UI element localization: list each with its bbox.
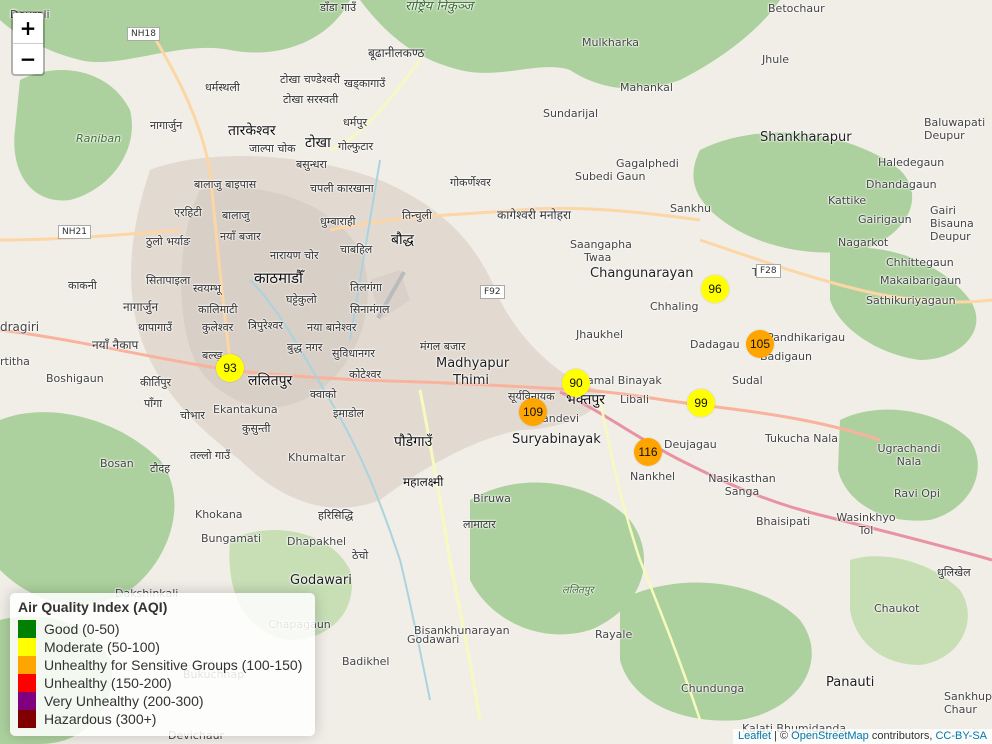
legend-label: Hazardous (300+): [44, 711, 157, 727]
route-shield: NH18: [127, 27, 160, 41]
aqi-marker[interactable]: 116: [634, 438, 662, 466]
legend-swatch: [18, 620, 36, 638]
aqi-marker-value: 116: [638, 445, 658, 459]
aqi-marker-value: 105: [749, 337, 771, 351]
aqi-marker[interactable]: 109: [519, 398, 547, 426]
legend-label: Very Unhealthy (200-300): [44, 693, 204, 709]
aqi-marker[interactable]: 93: [216, 354, 244, 382]
route-shield: F28: [756, 264, 781, 278]
map-canvas[interactable]: Deurali डाँडा गाउँ राष्ट्रिय निकुञ्ज Bet…: [0, 0, 992, 744]
route-shield: F92: [480, 285, 505, 299]
legend-item: Moderate (50-100): [18, 638, 307, 656]
legend-swatch: [18, 656, 36, 674]
legend-item: Hazardous (300+): [18, 710, 307, 728]
legend-swatch: [18, 710, 36, 728]
zoom-out-button[interactable]: −: [13, 44, 43, 74]
aqi-marker[interactable]: 90: [562, 369, 590, 397]
aqi-marker-value: 109: [522, 405, 544, 419]
legend-item: Unhealthy for Sensitive Groups (100-150): [18, 656, 307, 674]
route-shield: NH21: [58, 225, 91, 239]
legend-label: Unhealthy for Sensitive Groups (100-150): [44, 657, 303, 673]
legend-swatch: [18, 638, 36, 656]
leaflet-link[interactable]: Leaflet: [738, 730, 771, 742]
legend-swatch: [18, 692, 36, 710]
aqi-marker[interactable]: 99: [687, 389, 715, 417]
legend-item: Good (0-50): [18, 620, 307, 638]
attribution-sep: | ©: [771, 730, 792, 742]
aqi-marker-value: 93: [223, 361, 237, 375]
legend-label: Unhealthy (150-200): [44, 675, 172, 691]
aqi-marker-value: 96: [708, 282, 722, 296]
zoom-in-button[interactable]: +: [13, 13, 43, 44]
attribution-contrib: contributors,: [868, 730, 936, 742]
aqi-marker-value: 90: [569, 376, 583, 390]
legend-title: Air Quality Index (AQI): [18, 599, 168, 615]
legend-swatch: [18, 674, 36, 692]
aqi-legend: Air Quality Index (AQI) Good (0-50) Mode…: [10, 593, 315, 736]
aqi-marker[interactable]: 105: [746, 330, 774, 358]
zoom-control: + −: [11, 11, 45, 76]
legend-item: Unhealthy (150-200): [18, 674, 307, 692]
aqi-marker-value: 99: [694, 396, 708, 410]
license-link[interactable]: CC-BY-SA: [935, 730, 987, 742]
map-attribution: Leaflet | © OpenStreetMap contributors, …: [732, 729, 992, 744]
osm-link[interactable]: OpenStreetMap: [791, 730, 869, 742]
legend-label: Moderate (50-100): [44, 639, 160, 655]
aqi-marker[interactable]: 96: [701, 275, 729, 303]
legend-item: Very Unhealthy (200-300): [18, 692, 307, 710]
legend-label: Good (0-50): [44, 621, 120, 637]
